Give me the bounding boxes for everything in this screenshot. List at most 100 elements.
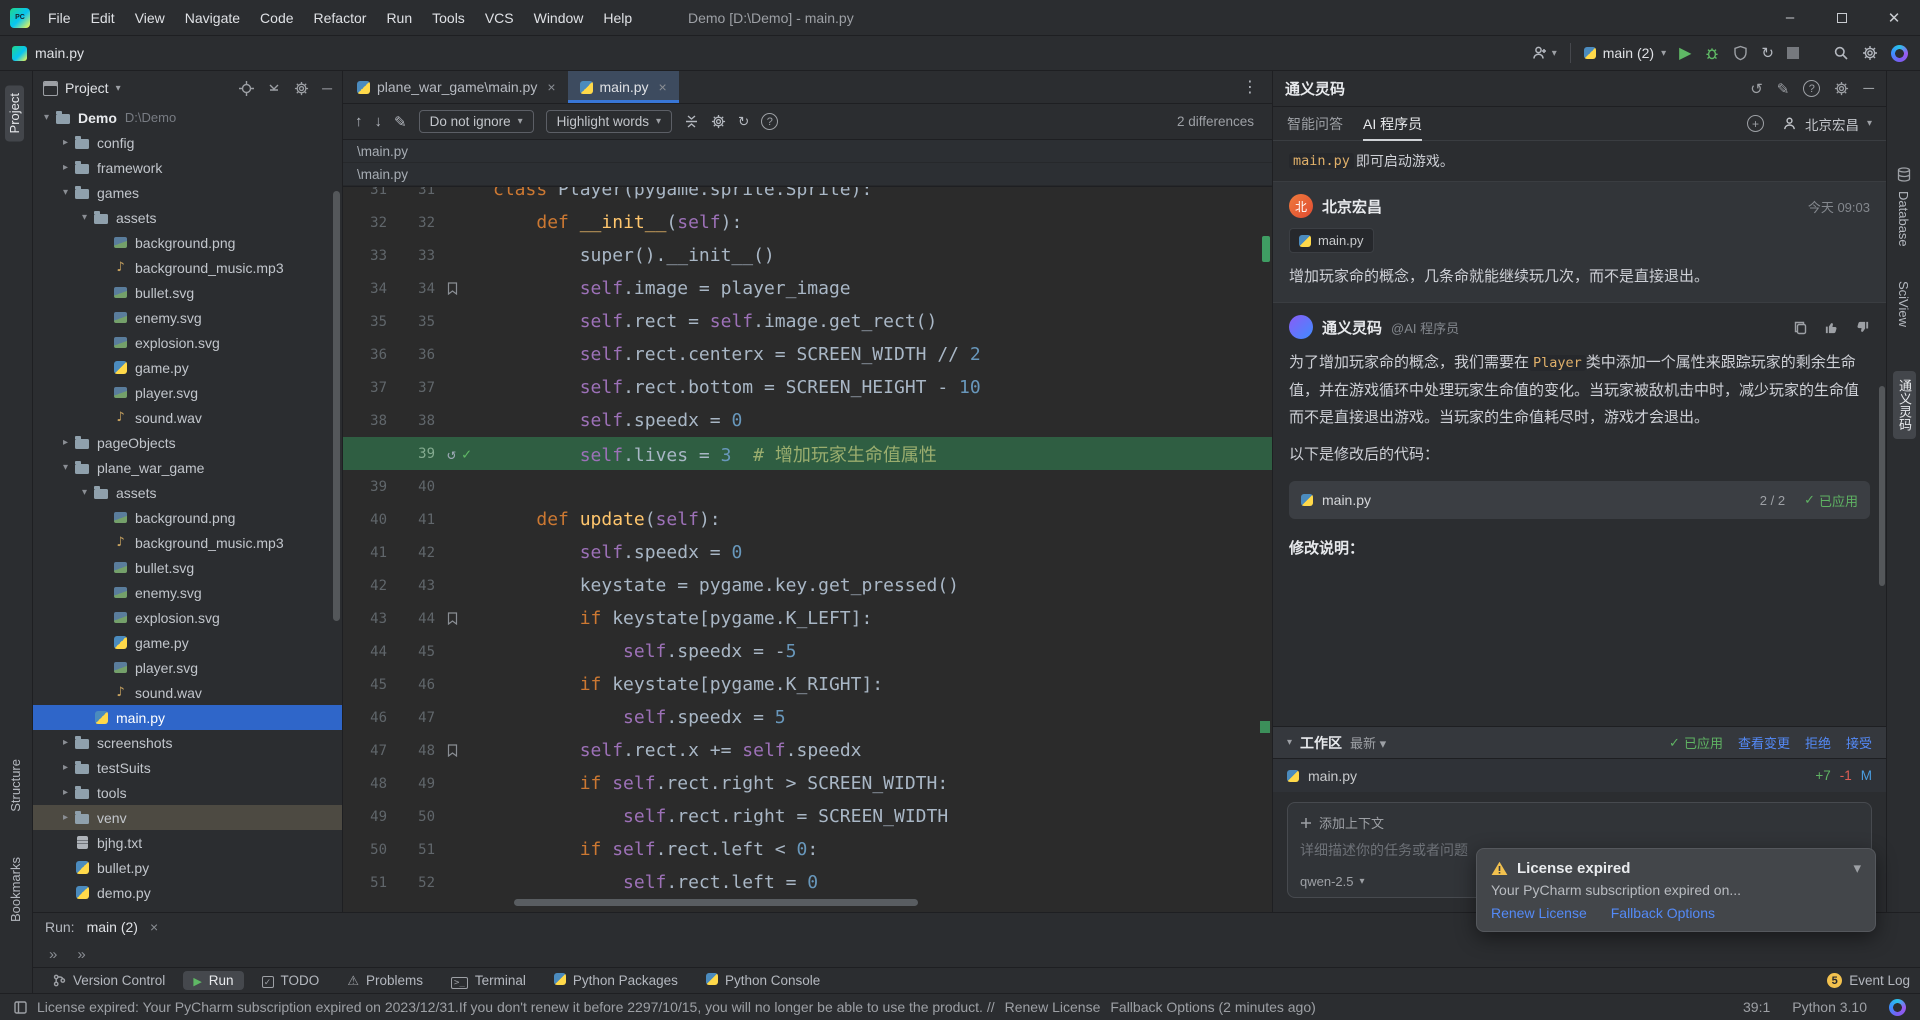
toolwindow-button-lingma[interactable]: 通义灵码 xyxy=(1893,371,1916,439)
debug-button[interactable] xyxy=(1704,45,1720,61)
fallback-options-link[interactable]: Fallback Options xyxy=(1611,905,1715,921)
file-chip[interactable]: main.py xyxy=(1289,228,1374,253)
tree-item-plane-war-game[interactable]: ▾plane_war_game xyxy=(33,455,342,480)
chevron-expanded-icon[interactable]: ▾ xyxy=(58,462,73,473)
tree-item-explosion-svg[interactable]: explosion.svg xyxy=(33,330,342,355)
tree-item-config[interactable]: ▸config xyxy=(33,130,342,155)
chevron-collapsed-icon[interactable]: ▸ xyxy=(58,737,73,748)
workspace-file-row[interactable]: main.py +7 -1 M xyxy=(1273,758,1886,792)
ai-settings-gear-icon[interactable] xyxy=(1834,81,1849,96)
reject-button[interactable]: 拒绝 xyxy=(1805,733,1831,752)
revert-change-icon[interactable]: ↺ xyxy=(447,445,456,463)
tree-item-game-py[interactable]: game.py xyxy=(33,630,342,655)
menu-vcs[interactable]: VCS xyxy=(475,0,524,36)
collapse-all-icon[interactable] xyxy=(267,81,281,95)
toolwindow-terminal[interactable]: >_Terminal xyxy=(441,971,536,990)
minimize-button[interactable]: – xyxy=(1764,0,1816,36)
menu-navigate[interactable]: Navigate xyxy=(175,0,250,36)
tree-item-explosion-svg[interactable]: explosion.svg xyxy=(33,605,342,630)
toolwindow-version-control[interactable]: Version Control xyxy=(43,971,175,990)
copy-icon[interactable] xyxy=(1793,320,1808,335)
new-chat-icon[interactable]: ✎ xyxy=(1777,80,1790,98)
tree-item-player-svg[interactable]: player.svg xyxy=(33,655,342,680)
lingma-logo-icon[interactable] xyxy=(1891,45,1908,62)
toolwindow-button-bookmarks[interactable]: Bookmarks xyxy=(8,857,23,922)
menu-edit[interactable]: Edit xyxy=(81,0,125,36)
settings-gear-icon[interactable] xyxy=(1862,45,1878,61)
chat-scrollbar[interactable] xyxy=(1879,386,1885,586)
menu-view[interactable]: View xyxy=(125,0,175,36)
toolwindow-run[interactable]: ▶Run xyxy=(183,971,243,990)
search-icon[interactable] xyxy=(1833,45,1849,61)
chevron-down-icon[interactable]: ▾ xyxy=(1287,737,1292,748)
tree-item-assets[interactable]: ▾assets xyxy=(33,205,342,230)
chevron-collapsed-icon[interactable]: ▸ xyxy=(58,437,73,448)
whitespace-policy-dropdown[interactable]: Do not ignore ▾ xyxy=(419,110,534,133)
tree-item-enemy-svg[interactable]: enemy.svg xyxy=(33,305,342,330)
close-tab-icon[interactable]: × xyxy=(150,919,158,935)
menu-tools[interactable]: Tools xyxy=(422,0,475,36)
tree-item-player-svg[interactable]: player.svg xyxy=(33,380,342,405)
tab-options-icon[interactable]: ⋮ xyxy=(1228,77,1272,97)
hide-panel-icon[interactable]: ─ xyxy=(1863,80,1874,97)
tree-item-background-png[interactable]: background.png xyxy=(33,505,342,530)
thumbs-down-icon[interactable] xyxy=(1855,320,1870,335)
edit-icon[interactable]: ✎ xyxy=(394,113,407,131)
tree-item-bullet-svg[interactable]: bullet.svg xyxy=(33,555,342,580)
stop-button[interactable] xyxy=(1787,47,1799,59)
toolwindow-button-project[interactable]: Project xyxy=(5,85,24,141)
caret-position[interactable]: 39:1 xyxy=(1743,999,1770,1015)
menu-refactor[interactable]: Refactor xyxy=(304,0,377,36)
toolwindow-python-console[interactable]: Python Console xyxy=(696,971,830,990)
menu-run[interactable]: Run xyxy=(376,0,422,36)
run-button[interactable]: ▶ xyxy=(1679,43,1691,63)
toolwindow-todo[interactable]: ✓TODO xyxy=(252,971,330,991)
run-config-selector[interactable]: main (2) ▾ xyxy=(1584,45,1666,61)
tree-item-bullet-svg[interactable]: bullet.svg xyxy=(33,280,342,305)
view-changes-link[interactable]: 查看变更 xyxy=(1738,733,1790,752)
lingma-status-icon[interactable] xyxy=(1889,999,1906,1016)
diff-code[interactable]: 3131class Player(pygame.sprite.Sprite):3… xyxy=(343,187,1272,912)
collapse-unchanged-icon[interactable] xyxy=(684,114,699,129)
renew-license-action[interactable]: Renew License xyxy=(1005,999,1101,1015)
tree-item-pageobjects[interactable]: ▸pageObjects xyxy=(33,430,342,455)
add-context-button[interactable]: 添加上下文 xyxy=(1300,813,1384,832)
collaborate-icon[interactable]: ▾ xyxy=(1532,45,1557,61)
close-tab-icon[interactable]: × xyxy=(659,79,667,95)
applied-file-card[interactable]: main.py 2 / 2 ✓ 已应用 xyxy=(1289,481,1870,519)
add-session-icon[interactable]: + xyxy=(1747,115,1764,132)
chevron-expanded-icon[interactable]: ▾ xyxy=(39,112,54,123)
tree-item-tools[interactable]: ▸tools xyxy=(33,780,342,805)
tree-item-framework[interactable]: ▸framework xyxy=(33,155,342,180)
tree-item-enemy-svg[interactable]: enemy.svg xyxy=(33,580,342,605)
toolwindow-switcher-icon[interactable] xyxy=(14,1001,27,1014)
tree-item-background-png[interactable]: background.png xyxy=(33,230,342,255)
license-notification[interactable]: License expired ▾ Your PyCharm subscript… xyxy=(1476,848,1876,932)
coverage-button[interactable] xyxy=(1733,45,1748,61)
hide-panel-icon[interactable]: ─ xyxy=(322,80,332,96)
horizontal-scrollbar[interactable] xyxy=(514,899,918,906)
highlight-policy-dropdown[interactable]: Highlight words ▾ xyxy=(546,110,672,133)
editor-tab-plane-war-game[interactable]: plane_war_game\main.py × xyxy=(345,71,568,103)
diff-settings-gear-icon[interactable] xyxy=(711,114,726,129)
close-tab-icon[interactable]: × xyxy=(547,79,555,95)
tree-item-sound-wav[interactable]: sound.wav xyxy=(33,405,342,430)
tree-item-background-music-mp3[interactable]: background_music.mp3 xyxy=(33,255,342,280)
toolwindow-python-packages[interactable]: Python Packages xyxy=(544,971,688,990)
renew-license-link[interactable]: Renew License xyxy=(1491,905,1587,921)
tree-item-games[interactable]: ▾games xyxy=(33,180,342,205)
project-view-selector[interactable]: Project xyxy=(65,80,109,96)
toolwindow-problems[interactable]: ⚠Problems xyxy=(337,971,433,991)
expand-notification-icon[interactable]: ▾ xyxy=(1853,859,1861,877)
menu-file[interactable]: File xyxy=(38,0,81,36)
project-scrollbar[interactable] xyxy=(333,191,340,621)
tree-item-assets[interactable]: ▾assets xyxy=(33,480,342,505)
toolwindow-button-database[interactable]: Database xyxy=(1896,191,1911,247)
event-log-button[interactable]: 5 Event Log xyxy=(1827,973,1910,988)
menu-window[interactable]: Window xyxy=(524,0,594,36)
thumbs-up-icon[interactable] xyxy=(1824,320,1839,335)
overflow-chevrons-icon[interactable]: » xyxy=(77,946,85,963)
tree-item-bjhg-txt[interactable]: bjhg.txt xyxy=(33,830,342,855)
accept-button[interactable]: 接受 xyxy=(1846,733,1872,752)
help-icon[interactable]: ? xyxy=(1803,80,1820,97)
